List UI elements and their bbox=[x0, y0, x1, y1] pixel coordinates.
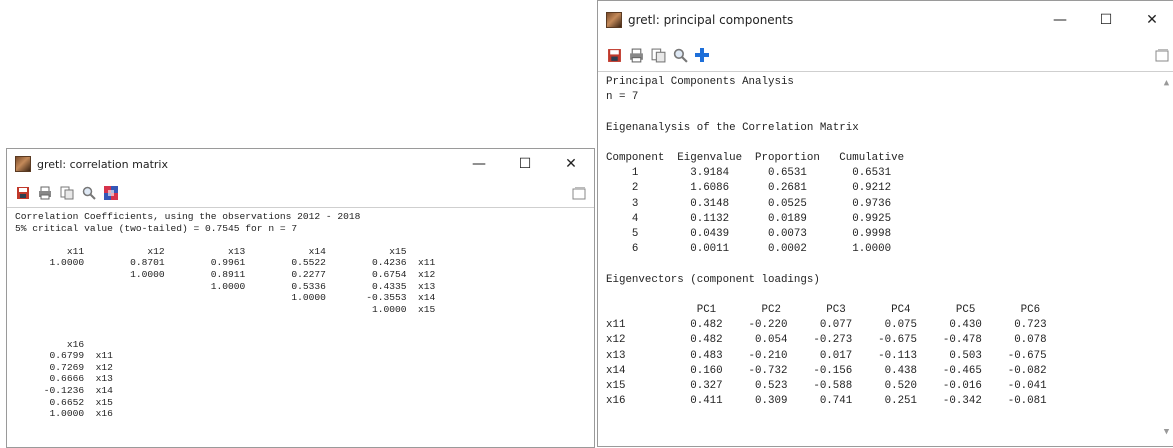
output-text-area[interactable]: Correlation Coefficients, using the obse… bbox=[7, 207, 594, 447]
minimize-button[interactable]: — bbox=[456, 149, 502, 179]
window-list-icon[interactable] bbox=[572, 185, 588, 201]
print-icon[interactable] bbox=[37, 185, 53, 201]
print-icon[interactable] bbox=[628, 47, 644, 63]
close-button[interactable]: ✕ bbox=[548, 149, 594, 179]
window-list-icon[interactable] bbox=[1155, 47, 1171, 63]
window-title: gretl: principal components bbox=[628, 13, 794, 27]
maximize-button[interactable]: ☐ bbox=[1083, 1, 1129, 39]
copy-icon[interactable] bbox=[59, 185, 75, 201]
output-text-area[interactable]: Principal Components Analysis n = 7 Eige… bbox=[598, 71, 1173, 446]
correlation-output: Correlation Coefficients, using the obse… bbox=[15, 211, 436, 420]
principal-components-window: gretl: principal components — ☐ ✕ Princi… bbox=[597, 0, 1173, 447]
scroll-down-icon[interactable]: ▼ bbox=[1158, 423, 1173, 440]
find-icon[interactable] bbox=[81, 185, 97, 201]
vertical-scrollbar[interactable]: ▲ ▼ bbox=[1158, 72, 1173, 446]
gretl-app-icon bbox=[606, 12, 622, 28]
plot-icon[interactable] bbox=[103, 185, 119, 201]
title-bar[interactable]: gretl: correlation matrix — ☐ ✕ bbox=[7, 149, 594, 179]
gretl-app-icon bbox=[15, 156, 31, 172]
window-title: gretl: correlation matrix bbox=[37, 157, 168, 171]
minimize-button[interactable]: — bbox=[1037, 1, 1083, 39]
find-icon[interactable] bbox=[672, 47, 688, 63]
save-icon[interactable] bbox=[15, 185, 31, 201]
toolbar bbox=[598, 39, 1173, 71]
maximize-button[interactable]: ☐ bbox=[502, 149, 548, 179]
correlation-matrix-window: gretl: correlation matrix — ☐ ✕ Correlat… bbox=[6, 148, 595, 448]
pca-output: Principal Components Analysis n = 7 Eige… bbox=[606, 76, 1047, 408]
toolbar bbox=[7, 179, 594, 207]
title-bar[interactable]: gretl: principal components — ☐ ✕ bbox=[598, 1, 1173, 39]
add-icon[interactable] bbox=[694, 47, 710, 63]
copy-icon[interactable] bbox=[650, 47, 666, 63]
close-button[interactable]: ✕ bbox=[1129, 1, 1173, 39]
save-icon[interactable] bbox=[606, 47, 622, 63]
scroll-up-icon[interactable]: ▲ bbox=[1158, 74, 1173, 91]
